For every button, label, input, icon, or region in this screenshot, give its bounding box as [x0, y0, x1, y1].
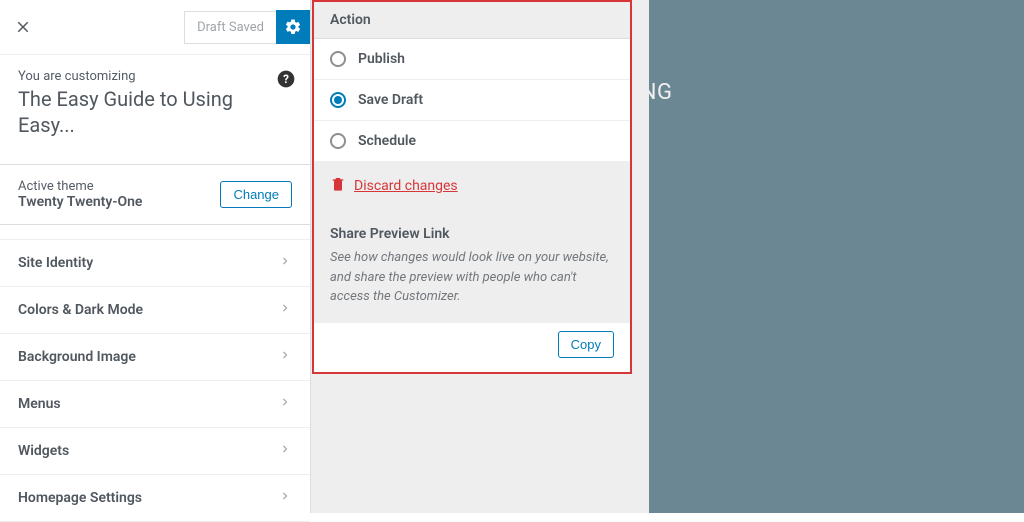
menu-item-site-identity[interactable]: Site Identity — [0, 239, 310, 287]
discard-link[interactable]: Discard changes — [354, 178, 458, 194]
share-description: See how changes would look live on your … — [330, 248, 614, 307]
trash-icon — [330, 176, 346, 196]
chevron-right-icon — [278, 348, 292, 366]
page-title: The Easy Guide to Using Easy... — [18, 86, 292, 138]
close-icon — [14, 18, 32, 36]
chevron-right-icon — [278, 489, 292, 507]
option-label: Schedule — [358, 133, 416, 149]
gear-icon — [284, 18, 302, 36]
change-theme-button[interactable]: Change — [220, 181, 292, 208]
chevron-right-icon — [278, 254, 292, 272]
copy-button[interactable]: Copy — [558, 331, 614, 358]
help-button[interactable]: ? — [276, 69, 296, 89]
copy-row: Copy — [314, 323, 630, 372]
menu-label: Homepage Settings — [18, 490, 142, 506]
context-block: You are customizing The Easy Guide to Us… — [0, 55, 310, 156]
topbar: Draft Saved — [0, 0, 310, 55]
action-option-schedule[interactable]: Schedule — [314, 121, 630, 162]
menu-label: Site Identity — [18, 255, 93, 271]
option-label: Save Draft — [358, 92, 423, 108]
context-label: You are customizing — [18, 69, 292, 84]
close-button[interactable] — [0, 6, 46, 48]
settings-button[interactable] — [276, 10, 310, 44]
menu-item-colors[interactable]: Colors & Dark Mode — [0, 287, 310, 334]
action-option-save-draft[interactable]: Save Draft — [314, 80, 630, 121]
action-header: Action — [314, 2, 630, 39]
action-options: Publish Save Draft Schedule — [314, 39, 630, 162]
svg-text:?: ? — [283, 72, 289, 86]
menu-item-widgets[interactable]: Widgets — [0, 428, 310, 475]
share-block: Share Preview Link See how changes would… — [314, 210, 630, 323]
menu-label: Widgets — [18, 443, 69, 459]
theme-name: Twenty Twenty-One — [18, 194, 142, 210]
chevron-right-icon — [278, 301, 292, 319]
radio-icon — [330, 133, 346, 149]
share-title: Share Preview Link — [330, 226, 614, 242]
option-label: Publish — [358, 51, 405, 67]
chevron-right-icon — [278, 395, 292, 413]
menu-item-menus[interactable]: Menus — [0, 381, 310, 428]
action-option-publish[interactable]: Publish — [314, 39, 630, 80]
radio-icon — [330, 51, 346, 67]
menu-label: Colors & Dark Mode — [18, 302, 143, 318]
discard-row: Discard changes — [314, 162, 630, 210]
chevron-right-icon — [278, 442, 292, 460]
menu-list: Site Identity Colors & Dark Mode Backgro… — [0, 239, 310, 522]
help-icon: ? — [276, 69, 296, 89]
menu-item-background[interactable]: Background Image — [0, 334, 310, 381]
menu-label: Menus — [18, 396, 61, 412]
action-panel: Action Publish Save Draft Schedule Disca… — [312, 0, 632, 374]
theme-label: Active theme — [18, 179, 142, 194]
menu-item-homepage[interactable]: Homepage Settings — [0, 475, 310, 522]
theme-block: Active theme Twenty Twenty-One Change — [0, 164, 310, 225]
menu-label: Background Image — [18, 349, 136, 365]
customizer-sidebar: Draft Saved You are customizing The Easy… — [0, 0, 311, 513]
radio-icon — [330, 92, 346, 108]
draft-status: Draft Saved — [184, 11, 276, 44]
